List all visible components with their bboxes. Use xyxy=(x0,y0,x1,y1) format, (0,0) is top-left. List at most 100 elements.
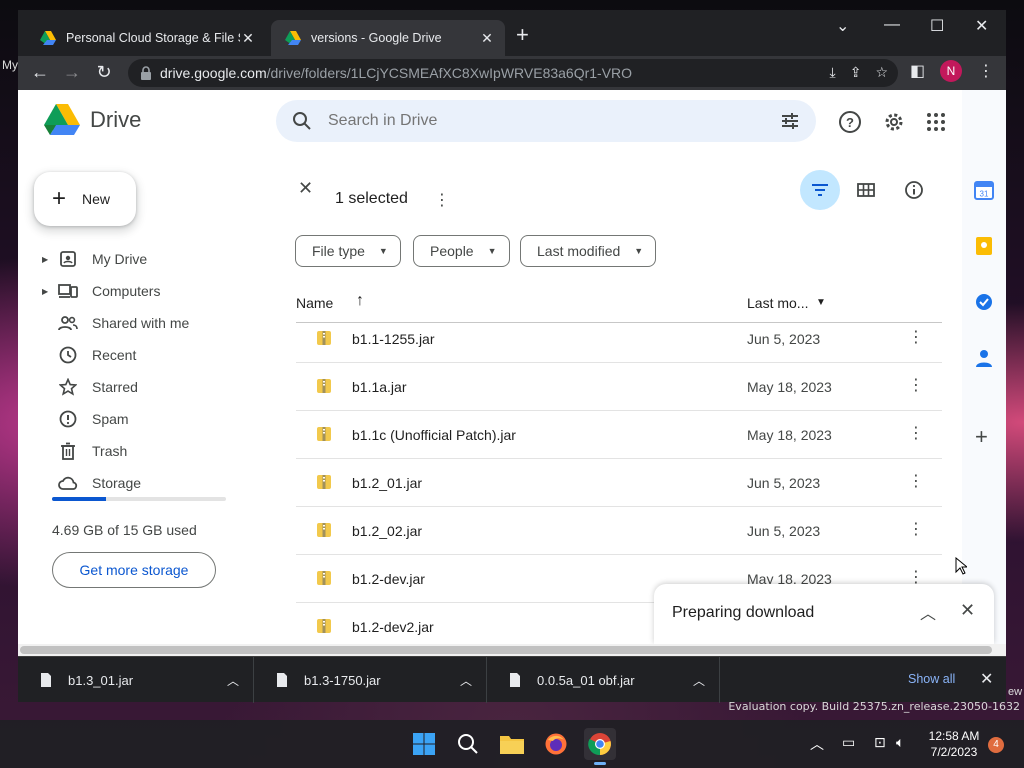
expand-caret-icon[interactable]: ▶ xyxy=(42,287,52,296)
more-actions-icon[interactable]: ⋮ xyxy=(908,327,924,347)
tab-close-icon[interactable]: ✕ xyxy=(240,30,256,47)
get-more-storage-button[interactable]: Get more storage xyxy=(52,552,216,588)
column-header-name[interactable]: Name xyxy=(296,295,333,311)
table-row[interactable]: b1.1-1255.jar Jun 5, 2023 ⋮ xyxy=(296,323,942,363)
sidebar-item-recent[interactable]: Recent xyxy=(42,341,136,369)
sidebar-item-starred[interactable]: Starred xyxy=(42,373,138,401)
close-icon[interactable]: ✕ xyxy=(960,600,975,621)
reload-button[interactable]: ↻ xyxy=(92,61,116,83)
profile-avatar[interactable]: N xyxy=(940,60,962,82)
more-actions-icon[interactable]: ⋮ xyxy=(908,471,924,491)
firefox-button[interactable] xyxy=(540,728,572,760)
more-actions-icon[interactable]: ⋮ xyxy=(908,519,924,539)
download-item[interactable]: b1.3-1750.jar ︿ xyxy=(254,657,487,703)
sidebar-item-shared-with-me[interactable]: Shared with me xyxy=(42,309,189,337)
calendar-icon[interactable]: 31 xyxy=(974,180,994,200)
chrome-menu-icon[interactable]: ⋮ xyxy=(978,61,994,81)
notification-badge[interactable]: 4 xyxy=(988,737,1004,753)
new-button-label: New xyxy=(82,191,111,207)
archive-file-icon xyxy=(317,475,331,489)
table-row[interactable]: b1.1c (Unofficial Patch).jar May 18, 202… xyxy=(296,411,942,459)
filter-chip-file-type[interactable]: File type ▼ xyxy=(295,235,401,267)
forward-button[interactable]: → xyxy=(60,61,84,83)
close-icon[interactable]: ✕ xyxy=(980,669,993,689)
sidebar-item-my-drive[interactable]: ▶ My Drive xyxy=(42,245,147,273)
more-actions-icon[interactable]: ⋮ xyxy=(908,375,924,395)
storage-usage-text: 4.69 GB of 15 GB used xyxy=(52,522,197,538)
bookmark-star-icon[interactable]: ☆ xyxy=(875,64,888,81)
network-icon[interactable]: ⊡ xyxy=(874,734,886,751)
tab-personal-cloud[interactable]: Personal Cloud Storage & File Sh ✕ xyxy=(26,20,266,56)
filter-chip-people[interactable]: People ▼ xyxy=(413,235,510,267)
drive-logo[interactable]: Drive xyxy=(44,104,141,136)
search-options-icon[interactable] xyxy=(780,111,800,131)
table-row[interactable]: b1.1a.jar May 18, 2023 ⋮ xyxy=(296,363,942,411)
dropdown-arrow-icon[interactable]: ▼ xyxy=(816,297,826,308)
filter-chip-last-modified[interactable]: Last modified ▼ xyxy=(520,235,657,267)
sort-ascending-arrow-icon[interactable]: ↑ xyxy=(356,292,364,310)
chevron-up-icon[interactable]: ︿ xyxy=(920,600,936,624)
back-button[interactable]: ← xyxy=(28,61,52,83)
keep-notes-icon[interactable] xyxy=(974,236,994,256)
contacts-icon[interactable] xyxy=(974,348,994,368)
scrollbar-thumb[interactable] xyxy=(20,646,992,654)
settings-gear-icon[interactable] xyxy=(882,110,906,134)
tasks-icon[interactable] xyxy=(974,292,994,312)
volume-icon[interactable]: 🔈︎ xyxy=(896,734,904,751)
search-icon xyxy=(458,734,478,754)
table-row[interactable]: b1.2_02.jar Jun 5, 2023 ⋮ xyxy=(296,507,942,555)
search-bar[interactable] xyxy=(276,100,816,142)
horizontal-scrollbar[interactable] xyxy=(18,644,1006,656)
chevron-up-icon[interactable]: ︿ xyxy=(446,672,486,689)
more-actions-icon[interactable]: ⋮ xyxy=(434,190,450,210)
new-tab-button[interactable]: + xyxy=(516,24,529,46)
chip-label: Last modified xyxy=(537,243,621,259)
apps-grid-icon[interactable] xyxy=(924,110,948,134)
chrome-button[interactable] xyxy=(584,728,616,765)
url-path: /drive/folders/1LCjYCSMEAfXC8XwIpWRVE83a… xyxy=(266,65,633,81)
more-actions-icon[interactable]: ⋮ xyxy=(908,423,924,443)
search-icon[interactable] xyxy=(292,111,312,131)
tab-versions-drive[interactable]: versions - Google Drive ✕ xyxy=(271,20,505,56)
start-button[interactable] xyxy=(408,728,440,760)
filter-view-button[interactable] xyxy=(800,170,840,210)
share-icon[interactable]: ⇪ xyxy=(850,64,862,81)
sidebar-item-spam[interactable]: Spam xyxy=(42,405,129,433)
table-row[interactable]: b1.2_01.jar Jun 5, 2023 ⋮ xyxy=(296,459,942,507)
download-item[interactable]: 0.0.5a_01 obf.jar ︿ xyxy=(487,657,720,703)
expand-caret-icon[interactable]: ▶ xyxy=(42,255,52,264)
side-panel-icon[interactable]: ◧ xyxy=(910,61,925,81)
search-input[interactable] xyxy=(328,112,780,130)
show-hidden-icons-chevron-icon[interactable]: ︿ xyxy=(810,734,824,754)
details-info-icon[interactable] xyxy=(904,180,924,200)
chevron-up-icon[interactable]: ︿ xyxy=(213,672,253,689)
show-all-downloads-link[interactable]: Show all xyxy=(908,672,955,686)
sidebar-item-storage[interactable]: Storage xyxy=(42,469,141,497)
tab-search-icon[interactable]: ⌄ xyxy=(836,16,849,36)
dropdown-arrow-icon: ▼ xyxy=(634,246,644,256)
help-icon[interactable]: ? xyxy=(838,110,862,134)
address-bar[interactable]: drive.google.com/drive/folders/1LCjYCSME… xyxy=(128,59,898,87)
taskbar-search-button[interactable] xyxy=(452,728,484,760)
drive-logo-text: Drive xyxy=(90,107,142,132)
grid-view-icon[interactable] xyxy=(856,180,876,200)
system-clock[interactable]: 12:58 AM 7/2/2023 xyxy=(924,728,984,760)
tab-close-icon[interactable]: ✕ xyxy=(479,30,495,47)
file-explorer-button[interactable] xyxy=(496,728,528,760)
chevron-up-icon[interactable]: ︿ xyxy=(679,672,719,689)
close-window-button[interactable]: ✕ xyxy=(975,16,988,36)
star-icon xyxy=(58,377,78,397)
battery-icon[interactable]: ▭ xyxy=(842,734,855,751)
new-button[interactable]: + New xyxy=(34,172,136,226)
selection-count: 1 selected xyxy=(335,190,408,207)
maximize-button[interactable]: ☐ xyxy=(930,16,944,36)
install-app-icon[interactable]: ⤓ xyxy=(830,64,836,81)
clear-selection-close-icon[interactable]: ✕ xyxy=(298,178,313,199)
column-header-last-modified[interactable]: Last mo... xyxy=(747,295,808,311)
add-apps-plus-icon[interactable]: + xyxy=(975,424,988,450)
minimize-button[interactable]: — xyxy=(884,16,900,34)
sidebar-item-computers[interactable]: ▶ Computers xyxy=(42,277,160,305)
drive-favicon-icon xyxy=(40,31,56,45)
download-item[interactable]: b1.3_01.jar ︿ xyxy=(18,657,254,703)
sidebar-item-trash[interactable]: Trash xyxy=(42,437,127,465)
